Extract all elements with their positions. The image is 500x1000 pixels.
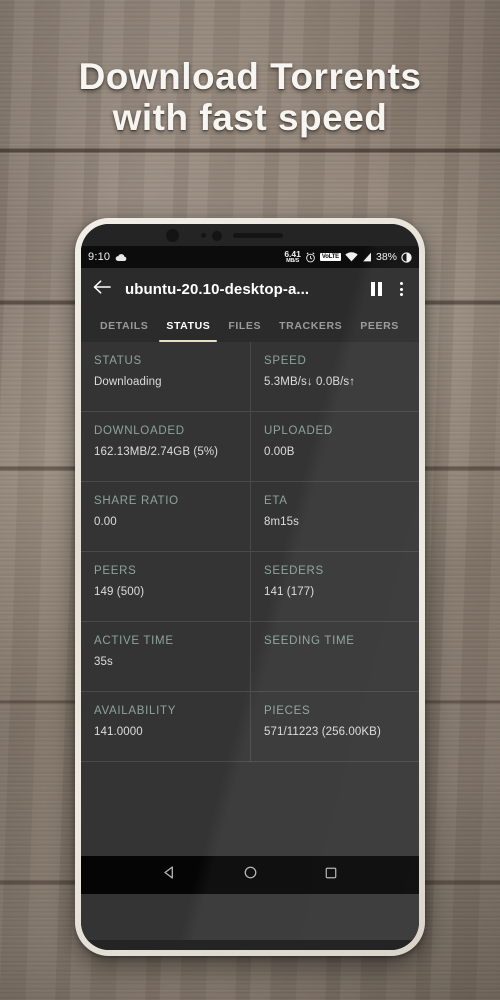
tab-status[interactable]: STATUS xyxy=(157,310,219,342)
tab-details[interactable]: DETAILS xyxy=(91,310,157,342)
android-navigation-bar xyxy=(81,856,419,894)
proximity-sensor-icon xyxy=(201,233,206,238)
cell-label: ETA xyxy=(264,495,288,507)
cell-value: 141 (177) xyxy=(264,586,315,598)
cell-label: PEERS xyxy=(94,565,137,577)
status-cell: SEEDERS 141 (177) xyxy=(250,552,419,621)
overflow-menu-icon[interactable] xyxy=(396,282,407,296)
phone-screen-frame: 9:10 6.41 MB/S VoLTE 38% ubuntu-20.10-de… xyxy=(81,224,419,950)
status-row: STATUS Downloading SPEED 5.3MB/s↓ 0.0B/s… xyxy=(81,342,419,412)
torrent-title: ubuntu-20.10-desktop-a... xyxy=(125,280,310,298)
tab-trackers[interactable]: TRACKERS xyxy=(270,310,351,342)
cell-label: SEEDING TIME xyxy=(264,635,355,647)
cell-value: 149 (500) xyxy=(94,586,145,598)
cell-value: Downloading xyxy=(94,376,162,388)
cell-label: DOWNLOADED xyxy=(94,425,185,437)
cell-value: 162.13MB/2.74GB (5%) xyxy=(94,446,219,458)
earpiece-speaker xyxy=(233,233,283,238)
cloud-upload-icon xyxy=(115,253,127,262)
cell-value: 0.00B xyxy=(264,446,295,458)
nav-recents-square-icon[interactable] xyxy=(324,866,338,885)
status-grid: STATUS Downloading SPEED 5.3MB/s↓ 0.0B/s… xyxy=(81,342,419,762)
status-cell: PEERS 149 (500) xyxy=(81,552,250,621)
status-cell: PIECES 571/11223 (256.00KB) xyxy=(250,692,419,761)
back-arrow-icon[interactable] xyxy=(93,279,111,300)
status-cell: SEEDING TIME xyxy=(250,622,419,691)
tab-files[interactable]: FILES xyxy=(219,310,270,342)
headline-line-2: with fast speed xyxy=(112,96,388,138)
cell-value: 8m15s xyxy=(264,516,300,528)
status-cell: DOWNLOADED 162.13MB/2.74GB (5%) xyxy=(81,412,250,481)
phone-top-bezel xyxy=(81,224,419,246)
cell-label: ACTIVE TIME xyxy=(94,635,174,647)
status-cell: ETA 8m15s xyxy=(250,482,419,551)
status-bar-left: 9:10 xyxy=(88,251,127,263)
status-row: DOWNLOADED 162.13MB/2.74GB (5%) UPLOADED… xyxy=(81,412,419,482)
cell-value: 571/11223 (256.00KB) xyxy=(264,726,381,738)
status-row: SHARE RATIO 0.00 ETA 8m15s xyxy=(81,482,419,552)
tab-bar: DETAILS STATUS FILES TRACKERS PEERS xyxy=(81,310,419,342)
empty-content-area xyxy=(81,762,419,856)
cell-label: SEEDERS xyxy=(264,565,324,577)
app-toolbar: ubuntu-20.10-desktop-a... xyxy=(81,268,419,310)
alarm-clock-icon xyxy=(305,251,316,263)
status-cell: ACTIVE TIME 35s xyxy=(81,622,250,691)
status-cell: SPEED 5.3MB/s↓ 0.0B/s↑ xyxy=(250,342,419,411)
nav-back-triangle-icon[interactable] xyxy=(162,865,177,885)
status-bar-right: 6.41 MB/S VoLTE 38% xyxy=(284,250,412,264)
promo-headline: Download Torrents with fast speed xyxy=(0,58,500,136)
android-status-bar: 9:10 6.41 MB/S VoLTE 38% xyxy=(81,246,419,268)
phone-bottom-bezel xyxy=(81,940,419,950)
headline-line-1: Download Torrents xyxy=(78,56,422,97)
status-bar-clock: 9:10 xyxy=(88,251,111,263)
battery-circle-icon xyxy=(401,251,412,263)
status-row: ACTIVE TIME 35s SEEDING TIME xyxy=(81,622,419,692)
status-cell: UPLOADED 0.00B xyxy=(250,412,419,481)
data-rate-unit: MB/S xyxy=(286,257,300,264)
phone-mockup: 9:10 6.41 MB/S VoLTE 38% ubuntu-20.10-de… xyxy=(75,218,425,956)
status-cell: STATUS Downloading xyxy=(81,342,250,411)
status-cell: AVAILABILITY 141.0000 xyxy=(81,692,250,761)
pause-icon[interactable] xyxy=(371,282,382,296)
app-screen: 9:10 6.41 MB/S VoLTE 38% ubuntu-20.10-de… xyxy=(81,246,419,940)
volte-icon: VoLTE xyxy=(319,253,341,261)
cell-value: 35s xyxy=(94,656,113,668)
cell-label: PIECES xyxy=(264,705,311,717)
battery-percent-label: 38% xyxy=(375,251,397,263)
cell-label: AVAILABILITY xyxy=(94,705,177,717)
cell-value: 0.00 xyxy=(94,516,117,528)
cellular-signal-icon xyxy=(362,252,372,262)
nav-home-circle-icon[interactable] xyxy=(243,865,258,885)
cell-label: SPEED xyxy=(264,355,307,367)
front-camera-icon xyxy=(166,229,179,242)
tab-peers[interactable]: PEERS xyxy=(351,310,408,342)
cell-value: 141.0000 xyxy=(94,726,143,738)
data-rate-indicator: 6.41 MB/S xyxy=(284,250,301,264)
status-row: AVAILABILITY 141.0000 PIECES 571/11223 (… xyxy=(81,692,419,762)
cell-label: UPLOADED xyxy=(264,425,333,437)
cell-label: STATUS xyxy=(94,355,142,367)
status-cell: SHARE RATIO 0.00 xyxy=(81,482,250,551)
light-sensor-icon xyxy=(212,231,222,241)
status-row: PEERS 149 (500) SEEDERS 141 (177) xyxy=(81,552,419,622)
cell-label: SHARE RATIO xyxy=(94,495,179,507)
cell-value: 5.3MB/s↓ 0.0B/s↑ xyxy=(264,376,356,388)
wifi-icon xyxy=(345,252,358,262)
